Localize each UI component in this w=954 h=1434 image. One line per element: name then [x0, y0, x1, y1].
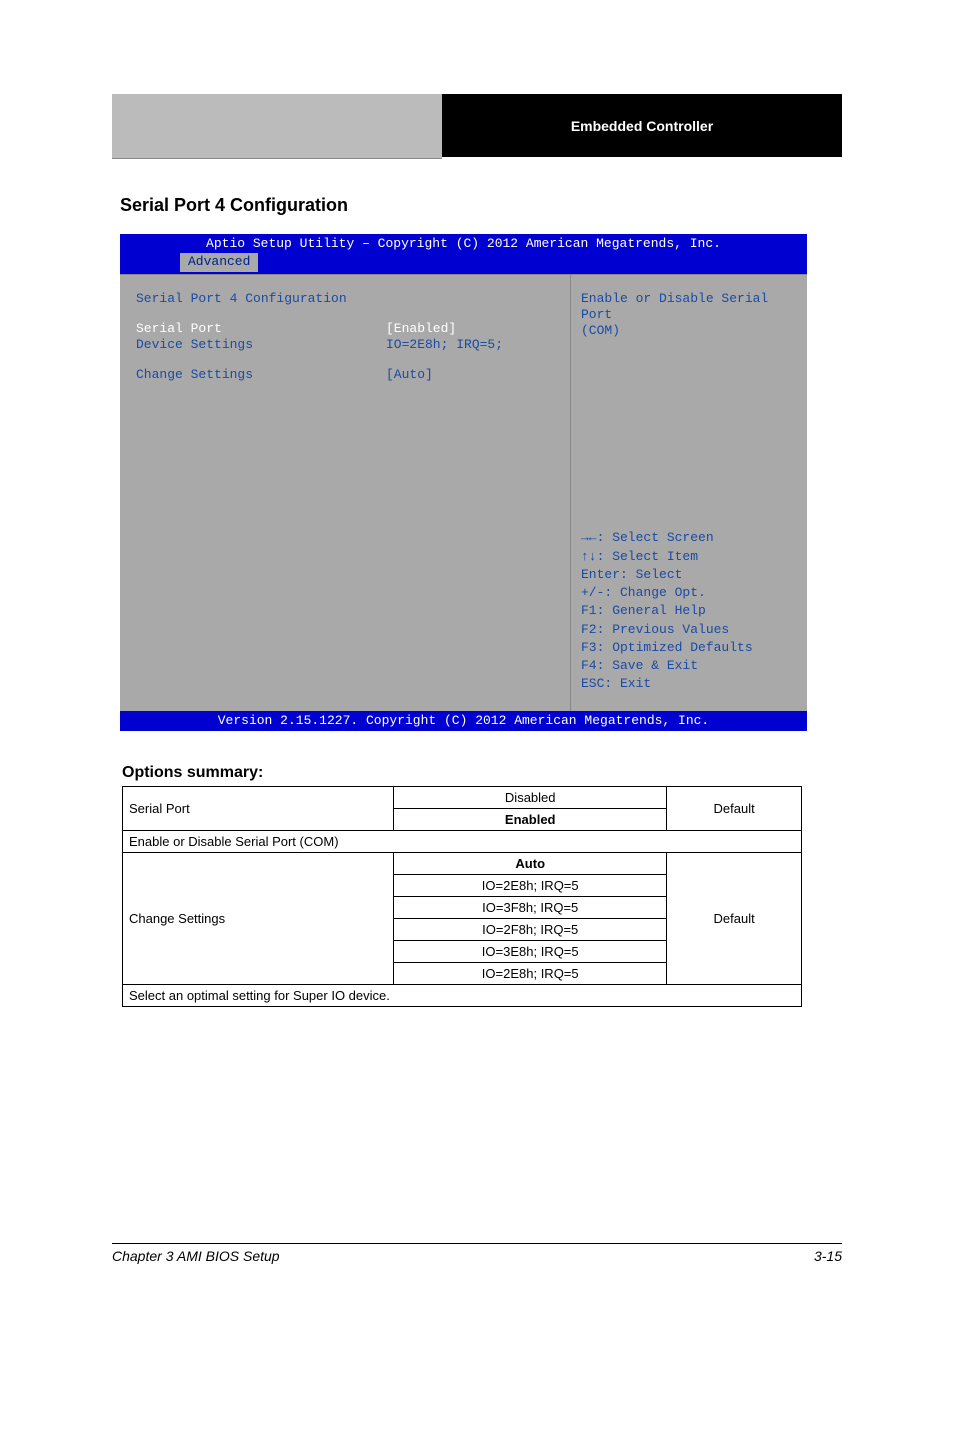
bios-key-f4: F4: Save & Exit [581, 658, 796, 674]
bios-serial-port-label: Serial Port [136, 321, 386, 337]
bios-right-pane: Enable or Disable Serial Port (COM) →←: … [570, 275, 804, 711]
bios-device-settings-value: IO=2E8h; IRQ=5; [386, 337, 503, 353]
option-change-settings-opt2: IO=2E8h; IRQ=5 [394, 875, 667, 897]
bios-row-change-settings[interactable]: Change Settings [Auto] [136, 367, 554, 383]
bios-left-pane: Serial Port 4 Configuration Serial Port … [120, 275, 570, 711]
option-change-settings-opt4: IO=2F8h; IRQ=5 [394, 919, 667, 941]
option-change-settings-label: Change Settings [123, 853, 394, 985]
option-change-settings-opt3: IO=3F8h; IRQ=5 [394, 897, 667, 919]
option-serial-port-disabled: Disabled [394, 787, 667, 809]
option-change-settings-flag: Default [667, 853, 802, 985]
bios-bottom-bar: Version 2.15.1227. Copyright (C) 2012 Am… [120, 711, 807, 731]
section-heading-wrapper: Serial Port 4 Configuration [118, 195, 838, 228]
section-heading: Serial Port 4 Configuration [120, 195, 838, 216]
bios-body: Serial Port 4 Configuration Serial Port … [120, 274, 807, 711]
bios-row-device-settings: Device Settings IO=2E8h; IRQ=5; [136, 337, 554, 353]
bios-key-select-screen: →←: Select Screen [581, 530, 796, 546]
bios-tab-row: Advanced [120, 253, 807, 273]
options-table: Serial Port Disabled Default Enabled Ena… [122, 786, 802, 1007]
footer-chapter: Chapter 3 AMI BIOS Setup [112, 1248, 280, 1264]
bios-key-select-item: ↑↓: Select Item [581, 549, 796, 565]
table-row: Enable or Disable Serial Port (COM) [123, 831, 802, 853]
option-serial-port-desc: Enable or Disable Serial Port (COM) [123, 831, 802, 853]
option-serial-port-enabled: Enabled [394, 809, 667, 831]
bios-change-settings-value: [Auto] [386, 367, 433, 383]
bios-tab-advanced[interactable]: Advanced [180, 253, 258, 271]
bios-key-change-opt: +/-: Change Opt. [581, 585, 796, 601]
bios-help-text-line2: (COM) [581, 323, 796, 339]
bios-device-settings-label: Device Settings [136, 337, 386, 353]
table-row: Serial Port Disabled Default [123, 787, 802, 809]
option-change-settings-auto: Auto [394, 853, 667, 875]
footer-page-number: 3-15 [814, 1248, 842, 1264]
page-header: Embedded Controller [112, 94, 842, 159]
bios-row-serial-port[interactable]: Serial Port [Enabled] [136, 321, 554, 337]
options-wrapper: Options summary: Serial Port Disabled De… [118, 764, 838, 1007]
bios-key-f3: F3: Optimized Defaults [581, 640, 796, 656]
bios-change-settings-label: Change Settings [136, 367, 386, 383]
bios-key-f2: F2: Previous Values [581, 622, 796, 638]
page-footer: Chapter 3 AMI BIOS Setup 3-15 [112, 1243, 842, 1264]
bios-help-text: Enable or Disable Serial Port (COM) [581, 291, 796, 340]
bios-key-f1: F1: General Help [581, 603, 796, 619]
bios-screenshot: Aptio Setup Utility – Copyright (C) 2012… [120, 234, 807, 731]
bios-top-bar: Aptio Setup Utility – Copyright (C) 2012… [120, 234, 807, 253]
table-row: Change Settings Auto Default [123, 853, 802, 875]
table-row: Select an optimal setting for Super IO d… [123, 985, 802, 1007]
bios-key-legend: →←: Select Screen ↑↓: Select Item Enter:… [581, 530, 796, 694]
option-serial-port-label: Serial Port [123, 787, 394, 831]
bios-serial-port-value: [Enabled] [386, 321, 456, 337]
option-change-settings-opt6: IO=2E8h; IRQ=5 [394, 963, 667, 985]
bios-help-text-line1: Enable or Disable Serial Port [581, 291, 796, 324]
option-change-settings-opt5: IO=3E8h; IRQ=5 [394, 941, 667, 963]
header-left-box [112, 94, 442, 159]
bios-key-enter: Enter: Select [581, 567, 796, 583]
bios-key-esc: ESC: Exit [581, 676, 796, 692]
option-change-settings-desc: Select an optimal setting for Super IO d… [123, 985, 802, 1007]
header-right-title: Embedded Controller [442, 94, 842, 159]
options-heading: Options summary: [122, 764, 838, 782]
option-serial-port-flag: Default [667, 787, 802, 831]
bios-page-title: Serial Port 4 Configuration [136, 291, 386, 307]
